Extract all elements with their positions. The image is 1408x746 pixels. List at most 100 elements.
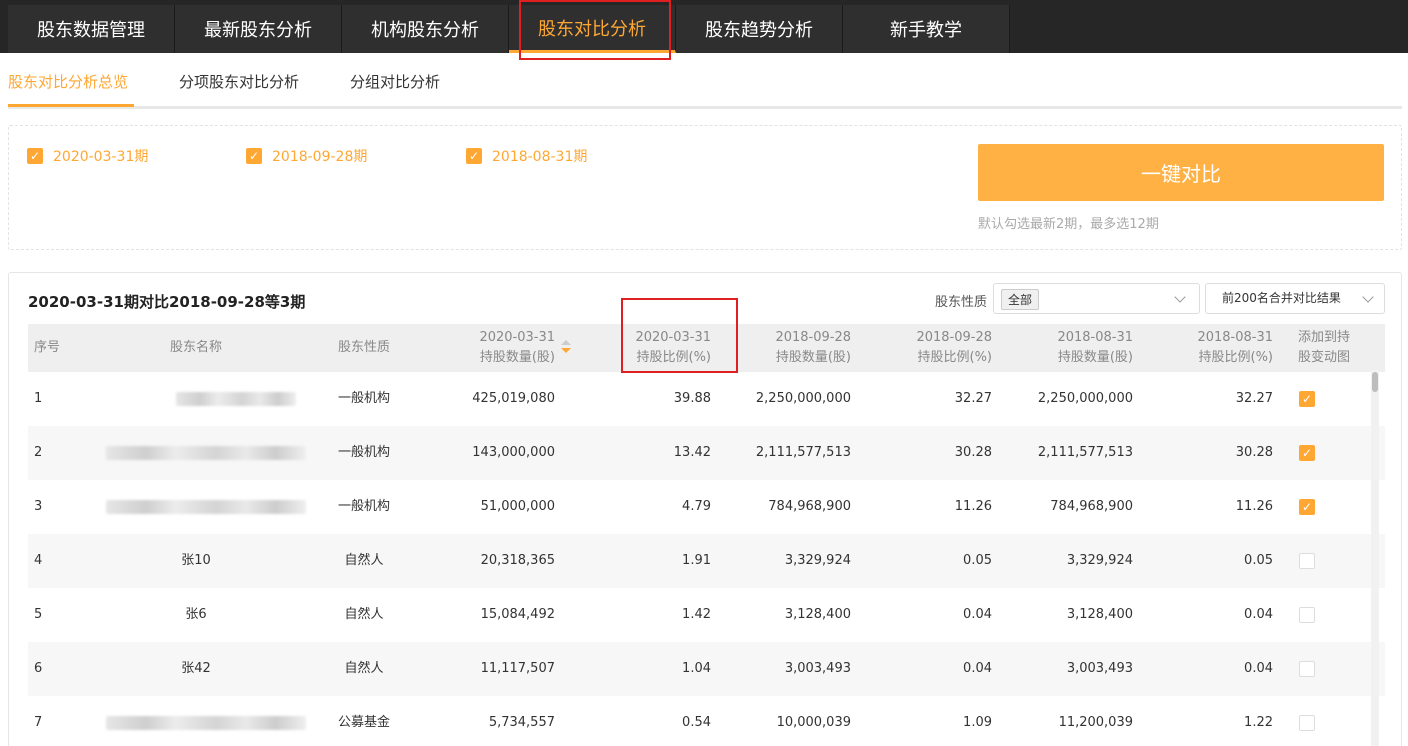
shareholder-type: 自然人 xyxy=(344,553,384,568)
row-index: 2 xyxy=(34,445,43,460)
cell-c6: 0.04 xyxy=(1244,661,1273,676)
cell-c6: 0.04 xyxy=(1244,607,1273,622)
add-to-chart-checkbox[interactable] xyxy=(1299,607,1315,623)
comparison-result-panel: 2020-03-31期对比2018-09-28等3期 股东性质 全部 前200名… xyxy=(8,272,1402,746)
add-to-chart-checkbox[interactable] xyxy=(1299,553,1315,569)
cell-c1: 11,117,507 xyxy=(480,661,555,676)
row-index: 5 xyxy=(34,607,43,622)
table-body: 1 一般机构 425,019,080 39.88 2,250,000,000 32.27 2… xyxy=(28,372,1385,746)
row-index: 6 xyxy=(34,661,43,676)
cell-c6: 11.26 xyxy=(1235,499,1273,514)
cell-c4: 30.28 xyxy=(954,445,992,460)
cell-c3: 3,128,400 xyxy=(784,607,851,622)
cell-c3: 2,250,000,000 xyxy=(755,391,851,406)
check-icon: ✓ xyxy=(27,148,43,164)
cell-c2: 1.91 xyxy=(682,553,711,568)
nav-tab-trend-analysis[interactable]: 股东趋势分析 xyxy=(676,5,843,53)
row-index: 7 xyxy=(34,715,43,730)
nav-tab-latest-analysis[interactable]: 最新股东分析 xyxy=(175,5,342,53)
period-selection-panel: ✓ 2020-03-31期 ✓ 2018-09-28期 ✓ 2018-08-31… xyxy=(8,125,1402,250)
cell-c4: 0.04 xyxy=(963,661,992,676)
sort-icon[interactable] xyxy=(561,340,571,356)
cell-c2: 4.79 xyxy=(682,499,711,514)
redacted-shareholder-name xyxy=(106,500,306,514)
shareholder-type-select[interactable]: 全部 xyxy=(993,283,1200,314)
check-icon: ✓ xyxy=(246,148,262,164)
cell-c1: 425,019,080 xyxy=(472,391,555,406)
shareholder-type: 自然人 xyxy=(344,607,384,622)
period-label: 2018-08-31期 xyxy=(492,149,588,165)
cell-c3: 3,329,924 xyxy=(784,553,851,568)
shareholder-name: 张6 xyxy=(185,607,207,622)
row-index: 1 xyxy=(34,391,43,406)
period-label: 2020-03-31期 xyxy=(53,149,149,165)
merge-results-select[interactable]: 前200名合并对比结果 xyxy=(1205,283,1385,314)
cell-c2: 1.42 xyxy=(682,607,711,622)
col-header-c5: 2018-08-31 持股数量(股) xyxy=(1057,330,1133,365)
top-nav-tabs: 股东数据管理 最新股东分析 机构股东分析 股东对比分析 股东趋势分析 新手教学 xyxy=(8,5,1010,53)
subtab-active-indicator xyxy=(8,104,134,107)
table-header: 序号 股东名称 股东性质 2020-03-31 持股数量(股) 2020-03-3… xyxy=(28,324,1385,372)
check-icon[interactable]: ✓ xyxy=(1299,445,1315,461)
cell-c5: 3,329,924 xyxy=(1066,553,1133,568)
shareholder-type: 一般机构 xyxy=(337,499,390,514)
nav-tab-institution-analysis[interactable]: 机构股东分析 xyxy=(342,5,509,53)
subtab-group[interactable]: 分组对比分析 xyxy=(350,71,440,92)
check-icon: ✓ xyxy=(466,148,482,164)
check-icon[interactable]: ✓ xyxy=(1299,391,1315,407)
sub-nav: 股东对比分析总览 分项股东对比分析 分组对比分析 xyxy=(8,53,1402,109)
cell-c1: 20,318,365 xyxy=(480,553,555,568)
period-label: 2018-09-28期 xyxy=(272,149,368,165)
cell-c5: 2,111,577,513 xyxy=(1037,445,1133,460)
cell-c5: 784,968,900 xyxy=(1050,499,1133,514)
shareholder-type: 一般机构 xyxy=(337,391,390,406)
cell-c2: 1.04 xyxy=(682,661,711,676)
cell-c6: 30.28 xyxy=(1235,445,1273,460)
table-row: 2 一般机构 143,000,000 13.42 2,111,577,513 30.28 2… xyxy=(28,426,1385,480)
cell-c1: 143,000,000 xyxy=(472,445,555,460)
cell-c4: 0.04 xyxy=(963,607,992,622)
cell-c4: 1.09 xyxy=(963,715,992,730)
cell-c6: 1.22 xyxy=(1244,715,1273,730)
cell-c2: 13.42 xyxy=(673,445,711,460)
shareholder-type: 公募基金 xyxy=(337,715,390,730)
period-checkbox-3[interactable]: ✓ 2018-08-31期 xyxy=(466,146,587,166)
period-checkbox-2[interactable]: ✓ 2018-09-28期 xyxy=(246,146,367,166)
comparison-table: 序号 股东名称 股东性质 2020-03-31 持股数量(股) 2020-03-3… xyxy=(28,324,1385,746)
merge-select-label: 前200名合并对比结果 xyxy=(1222,291,1341,305)
redacted-shareholder-name xyxy=(106,716,306,730)
cell-c2: 39.88 xyxy=(673,391,711,406)
table-row: 3 一般机构 51,000,000 4.79 784,968,900 11.26 784,9… xyxy=(28,480,1385,534)
chevron-down-icon xyxy=(1174,291,1186,303)
shareholder-type: 自然人 xyxy=(344,661,384,676)
nav-tab-comparison-analysis[interactable]: 股东对比分析 xyxy=(509,5,676,53)
table-row: 7 公募基金 5,734,557 0.54 10,000,039 1.09 11,200,0… xyxy=(28,696,1385,746)
result-title: 2020-03-31期对比2018-09-28等3期 xyxy=(28,293,306,311)
cell-c1: 51,000,000 xyxy=(480,499,555,514)
shareholder-type: 一般机构 xyxy=(337,445,390,460)
cell-c5: 11,200,039 xyxy=(1058,715,1133,730)
top-nav: 股东数据管理 最新股东分析 机构股东分析 股东对比分析 股东趋势分析 新手教学 xyxy=(0,0,1408,53)
shareholder-name: 张10 xyxy=(181,553,211,568)
cell-c3: 784,968,900 xyxy=(768,499,851,514)
subtab-itemized[interactable]: 分项股东对比分析 xyxy=(179,71,299,92)
nav-tab-shareholder-data[interactable]: 股东数据管理 xyxy=(8,5,175,53)
col-header-index: 序号 xyxy=(34,340,61,355)
cell-c3: 2,111,577,513 xyxy=(755,445,851,460)
period-checkbox-1[interactable]: ✓ 2020-03-31期 xyxy=(27,146,148,166)
table-scrollbar[interactable] xyxy=(1371,370,1379,746)
nav-tab-tutorial[interactable]: 新手教学 xyxy=(843,5,1010,53)
scrollbar-thumb[interactable] xyxy=(1372,372,1378,392)
add-to-chart-checkbox[interactable] xyxy=(1299,715,1315,731)
cell-c1: 15,084,492 xyxy=(480,607,555,622)
shareholder-name: 张42 xyxy=(181,661,211,676)
add-to-chart-checkbox[interactable] xyxy=(1299,661,1315,677)
cell-c3: 10,000,039 xyxy=(776,715,851,730)
col-header-c1[interactable]: 2020-03-31 持股数量(股) xyxy=(435,324,571,372)
table-row: 6 张42 自然人 11,117,507 1.04 3,003,493 0.04 3,003,… xyxy=(28,642,1385,696)
subtab-overview[interactable]: 股东对比分析总览 xyxy=(8,71,128,92)
check-icon[interactable]: ✓ xyxy=(1299,499,1315,515)
table-row: 1 一般机构 425,019,080 39.88 2,250,000,000 32.27 2… xyxy=(28,372,1385,426)
one-click-compare-button[interactable]: 一键对比 xyxy=(978,144,1384,201)
table-row: 5 张6 自然人 15,084,492 1.42 3,128,400 0.04 3,128,4… xyxy=(28,588,1385,642)
